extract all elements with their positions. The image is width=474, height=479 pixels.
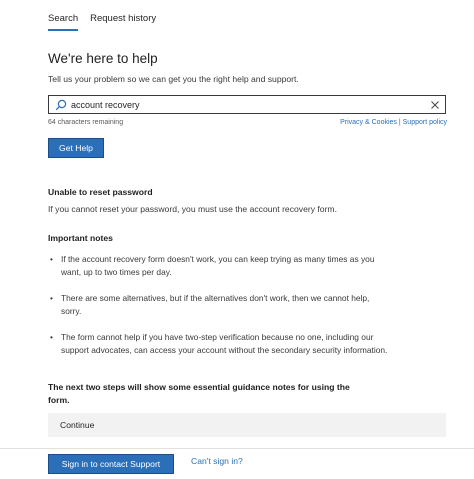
footer-divider xyxy=(0,448,474,449)
list-item: If the account recovery form doesn't wor… xyxy=(48,253,388,278)
result-text: If you cannot reset your password, you m… xyxy=(48,204,337,214)
tab-request-history[interactable]: Request history xyxy=(90,13,156,31)
continue-button[interactable]: Continue xyxy=(48,413,446,437)
notes-heading: Important notes xyxy=(48,233,113,243)
privacy-cookies-link[interactable]: Privacy & Cookies xyxy=(340,119,397,126)
guidance-text: The next two steps will show some essent… xyxy=(48,382,350,405)
page-title: We're here to help xyxy=(48,51,158,66)
search-input[interactable] xyxy=(71,97,430,112)
notes-list: If the account recovery form doesn't wor… xyxy=(48,253,388,356)
search-icon xyxy=(55,99,67,110)
list-item: The form cannot help if you have two-ste… xyxy=(48,331,388,356)
tab-bar: Search Request history xyxy=(48,13,156,31)
continue-label: Continue xyxy=(60,420,95,430)
link-separator: | xyxy=(398,119,401,126)
close-icon[interactable] xyxy=(430,100,440,110)
characters-remaining: 64 characters remaining xyxy=(48,119,124,126)
tab-search[interactable]: Search xyxy=(48,13,79,31)
get-help-button[interactable]: Get Help xyxy=(48,138,104,158)
policy-links: Privacy & Cookies | Support policy xyxy=(340,119,447,126)
search-box xyxy=(48,95,446,114)
sign-in-support-button[interactable]: Sign in to contact Support xyxy=(48,454,174,474)
result-heading: Unable to reset password xyxy=(48,187,153,197)
support-policy-link[interactable]: Support policy xyxy=(403,119,447,126)
cant-sign-in-link[interactable]: Can't sign in? xyxy=(191,456,243,466)
page-subtitle: Tell us your problem so we can get you t… xyxy=(48,74,299,84)
list-item: There are some alternatives, but if the … xyxy=(48,292,388,317)
